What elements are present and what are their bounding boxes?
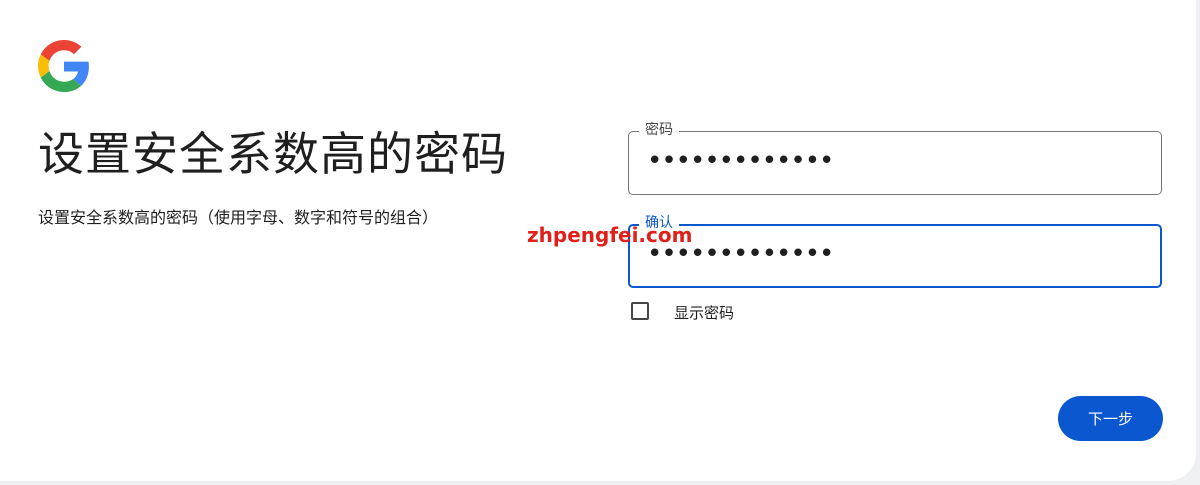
confirm-password-field[interactable]: 确认 (628, 214, 1162, 288)
page-title: 设置安全系数高的密码 (38, 127, 508, 181)
show-password-checkbox[interactable] (631, 302, 649, 320)
password-field[interactable]: 密码 (628, 121, 1162, 195)
watermark-text: zhpengfei.com (527, 223, 693, 247)
signup-card: 设置安全系数高的密码 设置安全系数高的密码（使用字母、数字和符号的组合） 密码 … (0, 0, 1196, 481)
next-button[interactable]: 下一步 (1058, 396, 1163, 441)
confirm-password-input[interactable] (647, 239, 1127, 269)
page-subtitle: 设置安全系数高的密码（使用字母、数字和符号的组合） (38, 208, 439, 227)
password-field-label: 密码 (639, 121, 679, 139)
password-input[interactable] (647, 146, 1127, 176)
show-password-label[interactable]: 显示密码 (674, 302, 734, 323)
google-logo-icon (38, 40, 89, 92)
